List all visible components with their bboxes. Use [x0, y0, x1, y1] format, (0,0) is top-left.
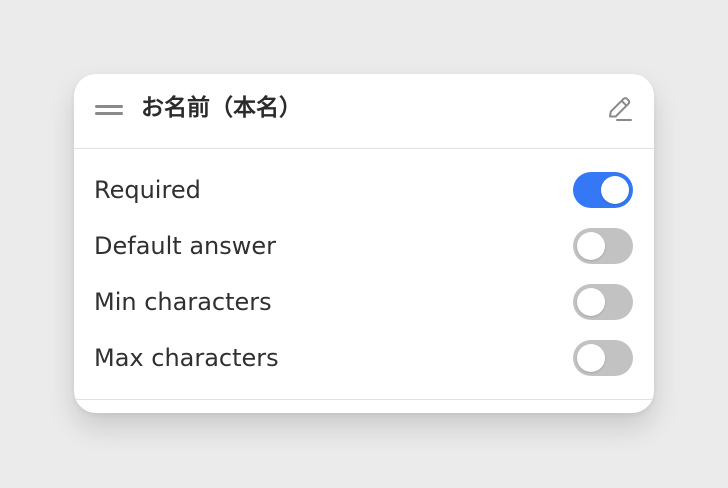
setting-label: Default answer [94, 232, 277, 260]
setting-row-max-characters: Max characters [74, 330, 654, 386]
setting-label: Required [94, 176, 201, 204]
required-toggle[interactable] [573, 172, 633, 208]
default-answer-toggle[interactable] [573, 228, 633, 264]
max-characters-toggle[interactable] [573, 340, 633, 376]
footer-divider [74, 399, 654, 400]
min-characters-toggle[interactable] [573, 284, 633, 320]
settings-list: Required Default answer Min characters M… [74, 162, 654, 386]
question-card: お名前（本名） Required Default answer Min char… [74, 74, 654, 413]
pencil-icon [609, 97, 632, 121]
drag-handle-icon[interactable] [95, 104, 123, 116]
toggle-knob [577, 344, 605, 372]
setting-row-min-characters: Min characters [74, 274, 654, 330]
edit-button[interactable] [601, 91, 637, 127]
setting-label: Max characters [94, 344, 279, 372]
question-title: お名前（本名） [141, 95, 302, 121]
setting-label: Min characters [94, 288, 272, 316]
setting-row-default-answer: Default answer [74, 218, 654, 274]
drag-handle-line [95, 112, 123, 115]
card-header: お名前（本名） [74, 74, 654, 149]
toggle-knob [601, 176, 629, 204]
toggle-knob [577, 232, 605, 260]
setting-row-required: Required [74, 162, 654, 218]
drag-handle-line [95, 105, 123, 108]
toggle-knob [577, 288, 605, 316]
